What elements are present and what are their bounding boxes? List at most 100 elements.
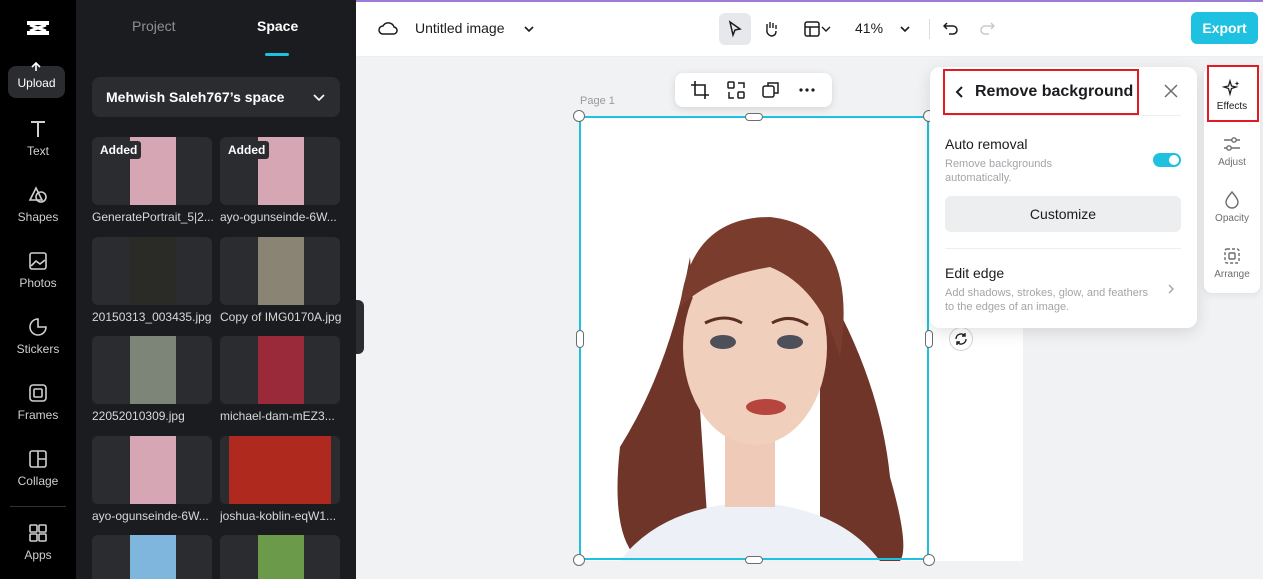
adjust-icon bbox=[1224, 137, 1240, 151]
panel-divider bbox=[945, 115, 1181, 116]
asset-image bbox=[258, 237, 304, 305]
resize-handle[interactable] bbox=[576, 330, 584, 348]
asset-thumb[interactable] bbox=[92, 336, 212, 404]
rail-item-frames[interactable]: Frames bbox=[0, 382, 76, 422]
rail-item-label: Collage bbox=[17, 474, 59, 488]
tab-active-indicator bbox=[265, 53, 289, 56]
asset-thumb[interactable] bbox=[220, 237, 340, 305]
prop-item-arrange[interactable]: Arrange bbox=[1204, 246, 1260, 280]
prop-item-label: Opacity bbox=[1215, 213, 1249, 224]
auto-removal-toggle[interactable] bbox=[1153, 153, 1181, 167]
edit-edge-title[interactable]: Edit edge bbox=[945, 265, 1004, 281]
left-rail: Upload Text Shapes Photos Stickers Frame… bbox=[0, 0, 76, 579]
asset-name: ayo-ogunseinde-6W... bbox=[220, 210, 337, 224]
asset-thumb[interactable] bbox=[92, 237, 212, 305]
rail-item-text[interactable]: Text bbox=[0, 118, 76, 158]
asset-thumb[interactable] bbox=[92, 535, 212, 579]
zoom-level[interactable]: 41% bbox=[855, 20, 883, 36]
space-name: Mehwish Saleh767’s space bbox=[106, 89, 285, 105]
redo-icon[interactable] bbox=[979, 20, 995, 36]
document-title[interactable]: Untitled image bbox=[415, 20, 505, 36]
rail-item-label: Photos bbox=[19, 276, 57, 290]
asset-thumb[interactable] bbox=[220, 436, 340, 504]
rail-item-shapes[interactable]: Shapes bbox=[0, 184, 76, 224]
rail-item-photos[interactable]: Photos bbox=[0, 250, 76, 290]
tab-project[interactable]: Project bbox=[132, 18, 176, 34]
rail-item-stickers[interactable]: Stickers bbox=[0, 316, 76, 356]
edit-edge-description: Add shadows, strokes, glow, and feathers… bbox=[945, 287, 1149, 313]
asset-name: michael-dam-mEZ3... bbox=[220, 409, 335, 423]
asset-name: joshua-koblin-eqW1... bbox=[220, 509, 337, 523]
resize-handle[interactable] bbox=[923, 554, 935, 566]
asset-name: Copy of IMG0170A.jpg bbox=[220, 310, 342, 324]
hand-icon bbox=[766, 22, 777, 37]
asset-image bbox=[130, 436, 176, 504]
panel-divider bbox=[945, 248, 1181, 249]
layout-icon bbox=[804, 21, 820, 37]
prop-item-label: Arrange bbox=[1214, 269, 1250, 280]
resize-handle[interactable] bbox=[745, 556, 763, 564]
asset-thumb[interactable] bbox=[220, 535, 340, 579]
rotate-icon bbox=[955, 333, 967, 345]
resize-handle[interactable] bbox=[925, 330, 933, 348]
frames-icon bbox=[29, 384, 47, 402]
smart-select-icon[interactable] bbox=[725, 79, 747, 101]
asset-image bbox=[229, 436, 331, 504]
rail-item-upload[interactable]: Upload bbox=[8, 62, 65, 98]
shapes-icon bbox=[28, 186, 47, 203]
panel-header[interactable]: Remove background bbox=[943, 69, 1139, 115]
crop-icon[interactable] bbox=[689, 79, 711, 101]
resize-handle[interactable] bbox=[573, 554, 585, 566]
hand-tool-button[interactable] bbox=[755, 13, 787, 45]
arrange-icon bbox=[1224, 248, 1240, 264]
asset-image bbox=[258, 535, 304, 579]
prop-item-label: Adjust bbox=[1218, 157, 1246, 168]
undo-icon[interactable] bbox=[943, 20, 959, 36]
cloud-sync-icon[interactable] bbox=[378, 19, 398, 37]
selection-frame bbox=[579, 116, 929, 560]
page-label: Page 1 bbox=[580, 95, 615, 107]
rail-item-label: Stickers bbox=[16, 342, 60, 356]
prop-item-opacity[interactable]: Opacity bbox=[1204, 190, 1260, 224]
opacity-icon bbox=[1225, 190, 1239, 209]
panel-tabs: Project Space bbox=[76, 0, 356, 56]
panel-collapse-handle[interactable] bbox=[356, 300, 364, 354]
cursor-icon bbox=[728, 20, 742, 38]
asset-thumb[interactable]: Added bbox=[220, 137, 340, 205]
rail-item-label: Shapes bbox=[17, 210, 59, 224]
chevron-down-icon bbox=[821, 26, 831, 32]
more-icon[interactable] bbox=[796, 79, 818, 101]
auto-removal-description: Remove backgrounds automatically. bbox=[945, 158, 1053, 184]
chevron-down-icon[interactable] bbox=[523, 23, 535, 35]
select-tool-button[interactable] bbox=[719, 13, 751, 45]
remove-background-panel: Remove background Auto removal Remove ba… bbox=[930, 67, 1197, 328]
asset-thumb[interactable] bbox=[220, 336, 340, 404]
auto-removal-title: Auto removal bbox=[945, 136, 1028, 152]
export-button[interactable]: Export bbox=[1191, 12, 1258, 44]
panel-title: Remove background bbox=[975, 83, 1134, 100]
resize-handle[interactable] bbox=[573, 110, 585, 122]
space-selector[interactable]: Mehwish Saleh767’s space bbox=[92, 77, 340, 117]
back-chevron-icon[interactable] bbox=[953, 85, 967, 99]
rail-item-collage[interactable]: Collage bbox=[0, 448, 76, 488]
customize-button[interactable]: Customize bbox=[945, 196, 1181, 232]
rail-item-label: Frames bbox=[17, 408, 59, 422]
top-bar: Untitled image 41% Export bbox=[356, 0, 1263, 57]
close-icon[interactable] bbox=[1162, 82, 1180, 100]
layout-menu-button[interactable] bbox=[797, 13, 837, 45]
prop-item-adjust[interactable]: Adjust bbox=[1204, 134, 1260, 168]
duplicate-icon[interactable] bbox=[760, 79, 782, 101]
rail-item-apps[interactable]: Apps bbox=[0, 522, 76, 562]
rotate-handle[interactable] bbox=[949, 327, 973, 351]
resize-handle[interactable] bbox=[745, 113, 763, 121]
asset-thumb[interactable] bbox=[92, 436, 212, 504]
capcut-logo-icon[interactable] bbox=[22, 12, 54, 44]
rail-item-label: Apps bbox=[24, 548, 52, 562]
collage-icon bbox=[29, 450, 47, 468]
asset-image bbox=[130, 336, 176, 404]
chevron-down-icon[interactable] bbox=[899, 23, 911, 35]
asset-thumb[interactable]: Added bbox=[92, 137, 212, 205]
tab-space[interactable]: Space bbox=[257, 18, 298, 34]
rail-item-label: Upload bbox=[17, 76, 56, 90]
chevron-right-icon[interactable] bbox=[1165, 283, 1177, 295]
